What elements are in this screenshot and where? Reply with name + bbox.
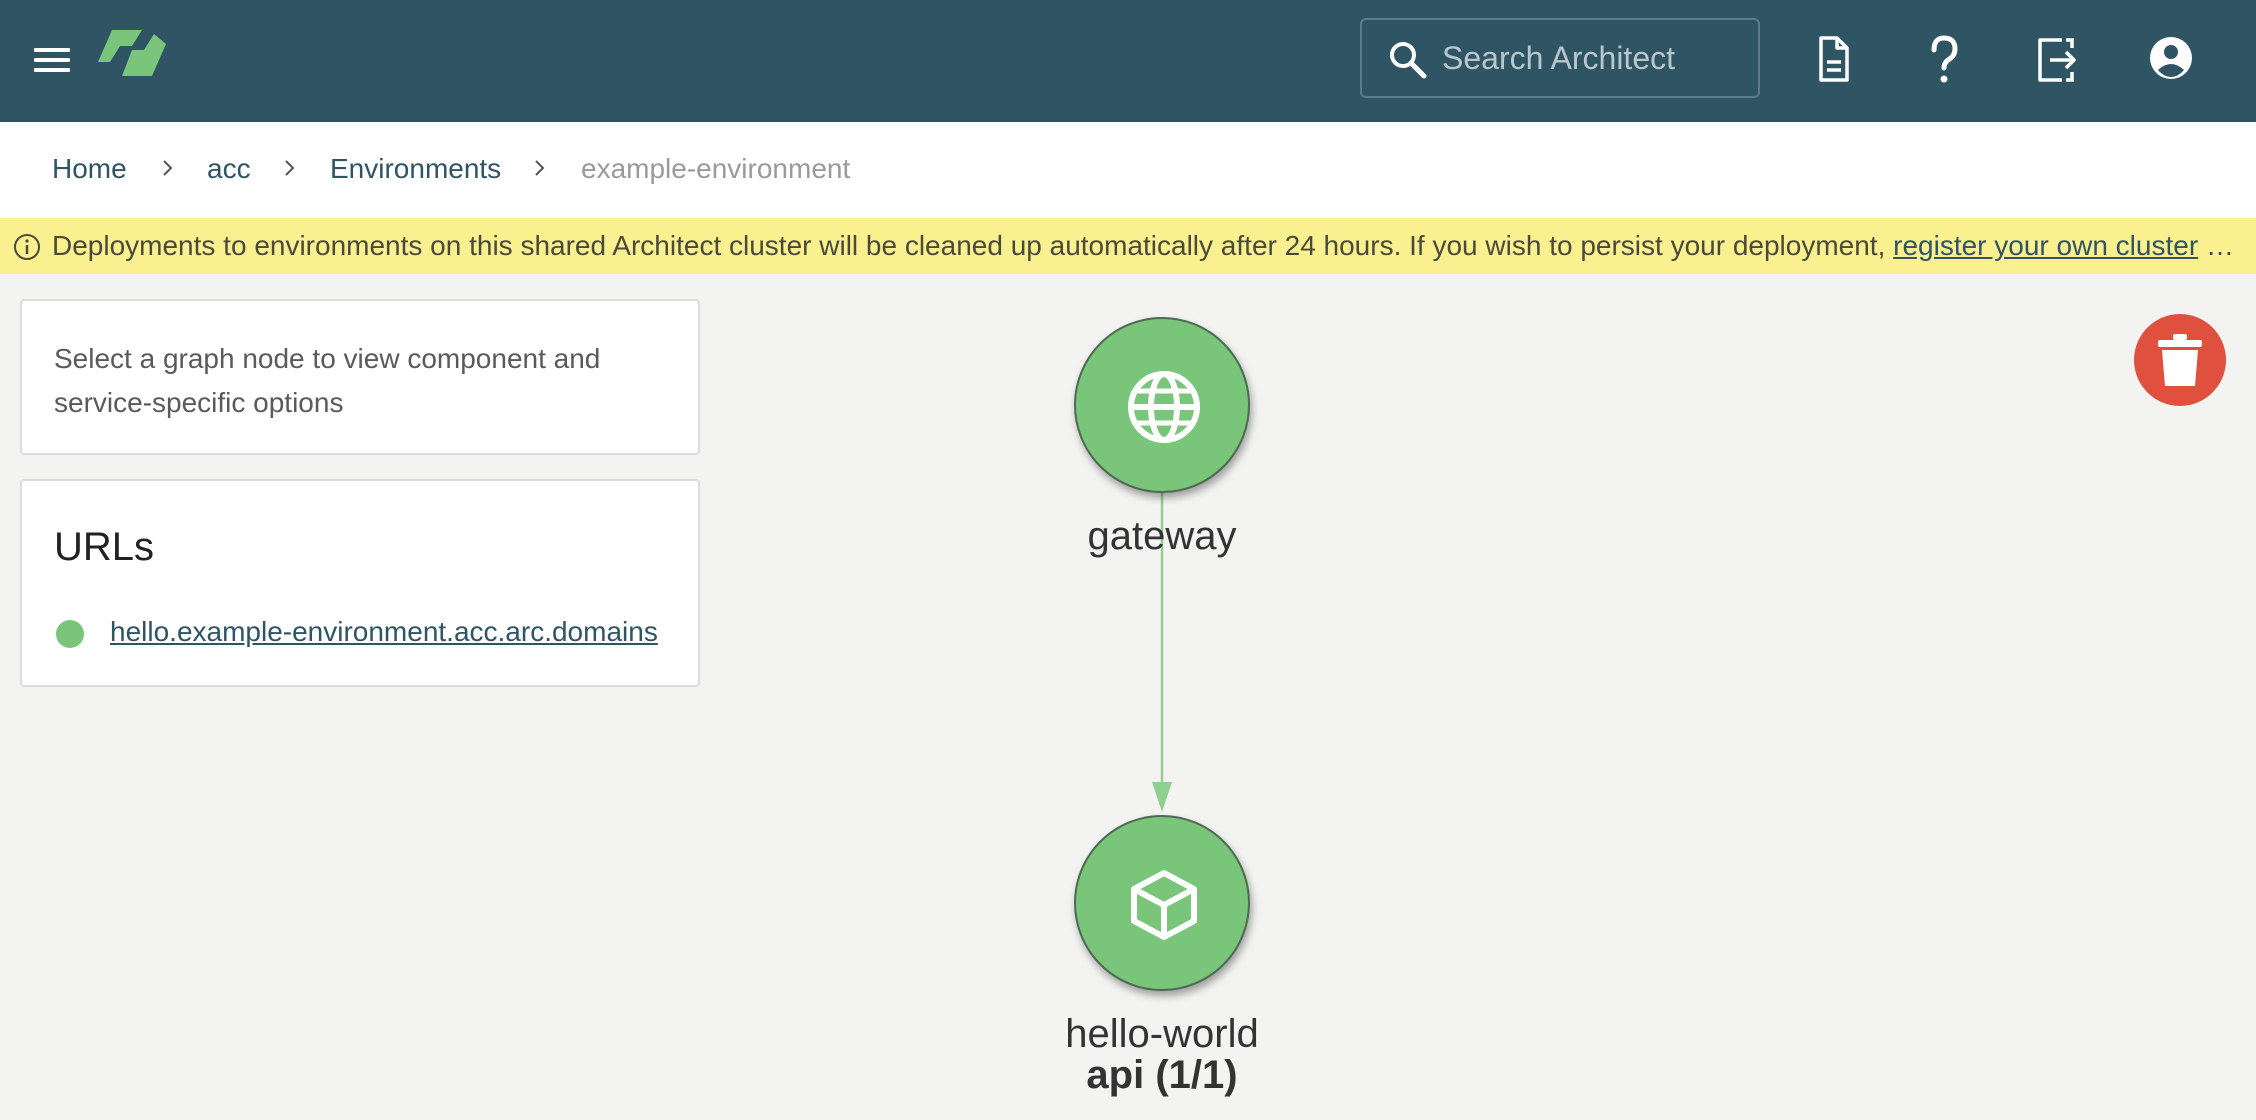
banner-text: Deployments to environments on this shar… <box>52 229 2234 263</box>
graph-node-hello-world[interactable] <box>1074 815 1250 991</box>
breadcrumb: Home acc Environments example-environmen… <box>0 122 2256 218</box>
node-label-gateway: gateway <box>1087 514 1237 558</box>
chevron-right-icon <box>285 160 295 176</box>
breadcrumb-acc[interactable]: acc <box>207 152 251 186</box>
url-link[interactable]: hello.example-environment.acc.arc.domain… <box>110 615 658 649</box>
node-label-hello-world: hello-world <box>1065 1012 1259 1056</box>
breadcrumb-current: example-environment <box>581 153 851 184</box>
graph-node-gateway[interactable] <box>1074 317 1250 493</box>
url-status-dot <box>56 620 84 648</box>
info-icon <box>14 234 40 260</box>
top-navigation-bar <box>0 0 2256 122</box>
banner-message: Deployments to environments on this shar… <box>52 230 1886 261</box>
chevron-right-icon <box>535 160 545 176</box>
hamburger-menu-icon[interactable] <box>32 40 72 80</box>
banner-ellipsis: … <box>2205 230 2234 261</box>
help-icon[interactable] <box>1914 30 1974 90</box>
node-sublabel-hello-world: api (1/1) <box>1086 1053 1238 1097</box>
trash-icon <box>2158 334 2202 386</box>
delete-environment-button[interactable] <box>2134 314 2226 406</box>
chevron-right-icon <box>163 160 173 176</box>
cube-icon <box>1131 870 1197 940</box>
globe-icon <box>1128 371 1200 443</box>
search-box[interactable] <box>1360 18 1760 98</box>
register-cluster-link[interactable]: register your own cluster <box>1893 230 2198 261</box>
architect-logo-icon[interactable] <box>98 28 166 78</box>
breadcrumb-home[interactable]: Home <box>52 152 127 186</box>
cluster-warning-banner: Deployments to environments on this shar… <box>0 218 2256 274</box>
document-icon[interactable] <box>1803 30 1863 90</box>
select-node-hint: Select a graph node to view component an… <box>54 343 601 418</box>
logout-icon[interactable] <box>2026 30 2086 90</box>
urls-title: URLs <box>54 525 155 569</box>
breadcrumb-environments[interactable]: Environments <box>330 152 501 186</box>
urls-panel: URLs hello.example-environment.acc.arc.d… <box>20 479 700 687</box>
search-input[interactable] <box>1442 20 1742 96</box>
edge-arrowhead <box>1152 782 1172 812</box>
account-icon[interactable] <box>2141 30 2201 90</box>
search-icon <box>1390 42 1427 79</box>
node-options-panel: Select a graph node to view component an… <box>20 299 700 455</box>
